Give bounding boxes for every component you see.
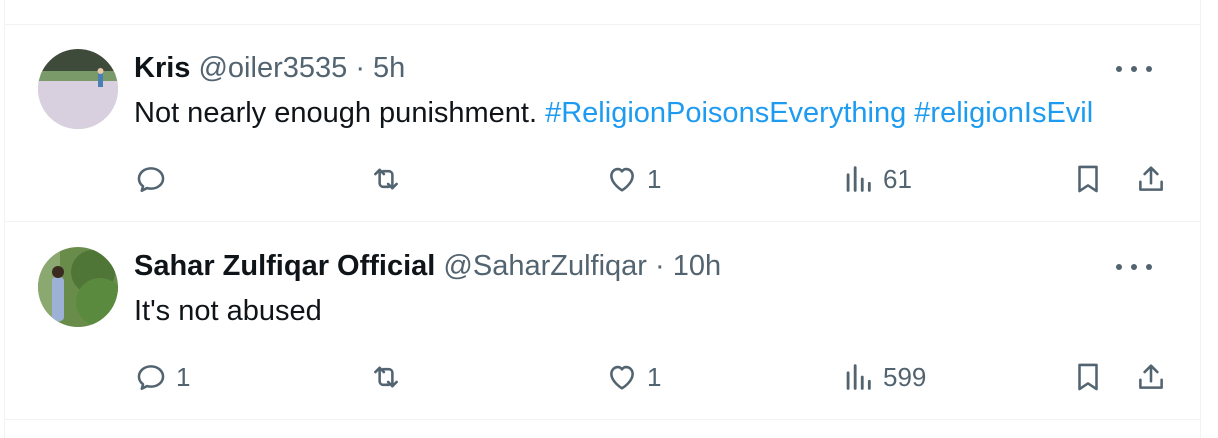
views-count: 599 — [883, 361, 927, 392]
views-icon — [846, 166, 871, 192]
views-count: 61 — [883, 163, 912, 194]
reply-icon — [137, 365, 165, 391]
like-button[interactable]: 1 — [605, 162, 661, 196]
retweet-icon — [374, 168, 398, 190]
more-horizontal-icon — [1116, 264, 1122, 270]
share-icon — [1139, 364, 1163, 389]
views-button[interactable]: 599 — [841, 360, 926, 394]
more-options-button[interactable] — [1116, 59, 1152, 79]
views-button[interactable]: 61 — [841, 162, 912, 196]
tweet-text: It's not abused — [134, 294, 322, 328]
like-button[interactable]: 1 — [605, 360, 661, 394]
retweet-button[interactable] — [369, 360, 411, 394]
bookmark-button[interactable] — [1071, 162, 1105, 196]
user-handle[interactable]: @SaharZulfiqar — [443, 250, 647, 282]
user-handle[interactable]: @oiler3535 — [198, 52, 347, 84]
tweet-header: Kris @oiler3535 · 5h — [134, 51, 405, 85]
separator: · — [655, 250, 665, 282]
retweet-button[interactable] — [369, 162, 411, 196]
dot — [1146, 66, 1152, 72]
bookmark-icon — [1078, 165, 1098, 193]
avatar[interactable] — [38, 49, 118, 129]
divider — [4, 419, 1201, 420]
display-name[interactable]: Sahar Zulfiqar Official — [134, 250, 435, 282]
avatar[interactable] — [38, 247, 118, 327]
more-horizontal-icon — [1116, 66, 1122, 72]
timestamp[interactable]: 5h — [373, 52, 405, 84]
reply-button[interactable]: 1 — [134, 360, 190, 394]
dot — [1146, 264, 1152, 270]
hashtag-link[interactable]: #ReligionPoisonsEverything — [545, 97, 906, 129]
tweet-card[interactable]: Sahar Zulfiqar Official @SaharZulfiqar ·… — [5, 222, 1200, 418]
tweet-body: Not nearly enough punishment. — [134, 97, 538, 129]
share-icon — [1139, 166, 1163, 191]
share-button[interactable] — [1134, 162, 1168, 196]
tweet-header: Sahar Zulfiqar Official @SaharZulfiqar ·… — [134, 249, 721, 283]
bookmark-icon — [1078, 363, 1098, 391]
more-options-button[interactable] — [1116, 257, 1152, 277]
tweet-body: It's not abused — [134, 295, 322, 327]
reply-button[interactable] — [134, 162, 176, 196]
display-name[interactable]: Kris — [134, 52, 190, 84]
heart-icon — [610, 167, 634, 192]
hashtag-link[interactable]: #religionIsEvil — [914, 97, 1093, 129]
dot — [1131, 264, 1137, 270]
reply-icon — [137, 167, 165, 193]
tweet-text: Not nearly enough punishment. #ReligionP… — [134, 96, 1093, 130]
timestamp[interactable]: 10h — [673, 250, 721, 282]
views-icon — [846, 364, 871, 390]
like-count: 1 — [647, 163, 662, 194]
separator: · — [355, 52, 365, 84]
tweet-card[interactable]: Kris @oiler3535 · 5h Not nearly enough p… — [5, 25, 1200, 221]
dot — [1131, 66, 1137, 72]
heart-icon — [610, 365, 634, 390]
reply-count: 1 — [176, 361, 191, 392]
retweet-icon — [374, 366, 398, 388]
share-button[interactable] — [1134, 360, 1168, 394]
like-count: 1 — [647, 361, 662, 392]
bookmark-button[interactable] — [1071, 360, 1105, 394]
